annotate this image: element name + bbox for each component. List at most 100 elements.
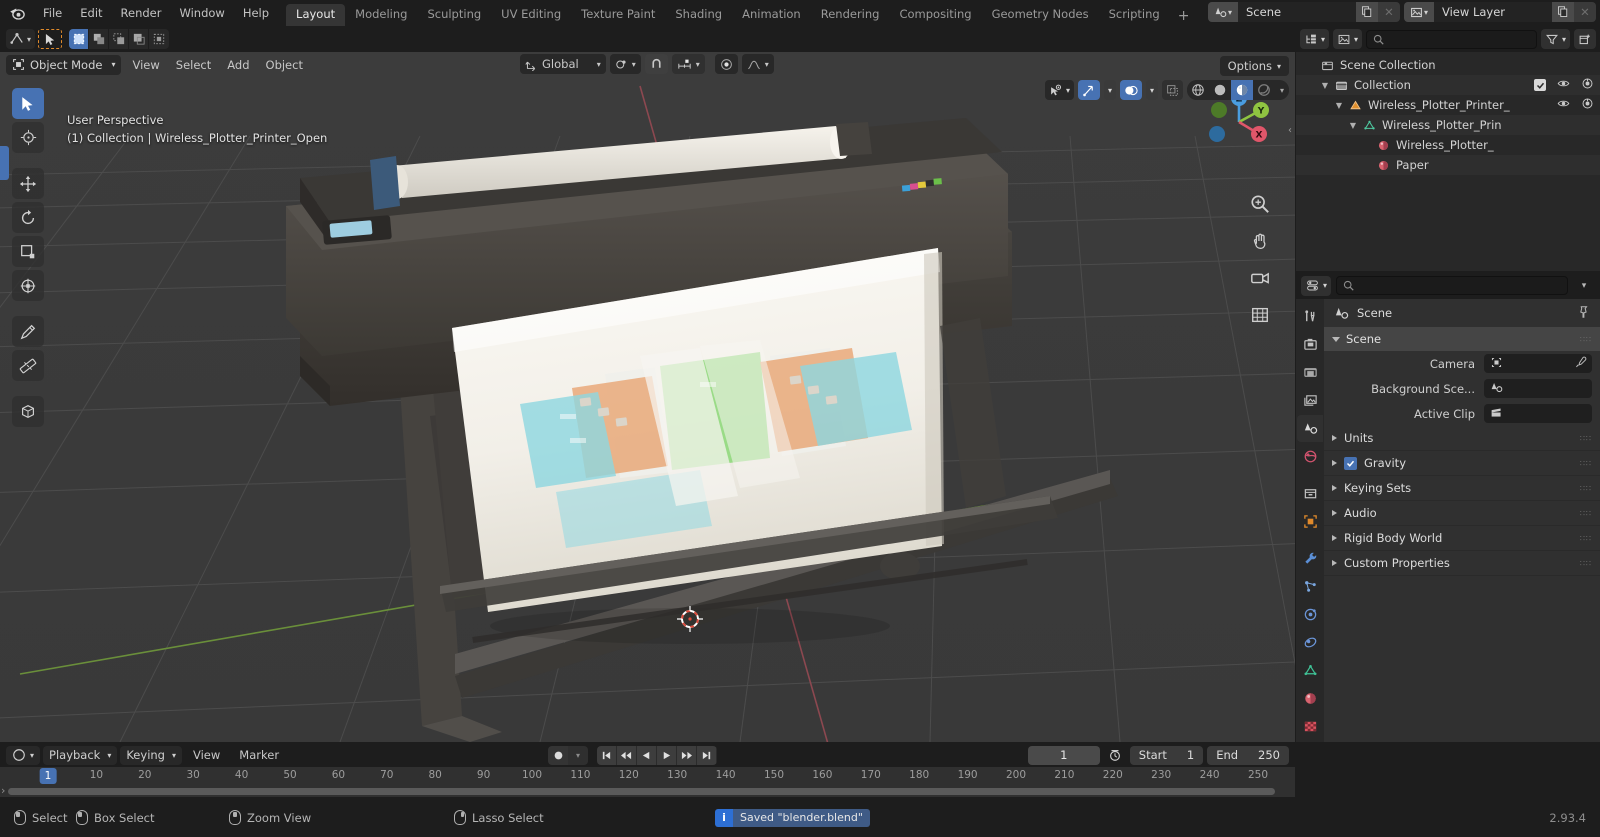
scene-name[interactable]: Scene (1238, 2, 1356, 22)
jump-end-icon[interactable] (697, 745, 717, 765)
disclosure-triangle-icon[interactable]: ▼ (1318, 81, 1332, 90)
funnel-filter-icon[interactable]: ▾ (1540, 29, 1570, 49)
properties-search-input[interactable] (1336, 276, 1568, 295)
outliner-editor[interactable]: ▾ ▾ ▾ Scene Collection ▼ Collection ▼ Wirele… (1296, 26, 1600, 271)
properties-tab-scene[interactable] (1297, 415, 1323, 442)
toolbar-collapse-handle[interactable] (0, 146, 9, 180)
transform-tool[interactable] (12, 270, 44, 301)
gizmo-dropdown[interactable]: ▾ (1103, 80, 1116, 100)
annotate-tool[interactable] (12, 316, 44, 347)
viewport-menu-add[interactable]: Add (219, 55, 257, 75)
select-mode-group[interactable] (69, 29, 170, 49)
disclosure-triangle-icon[interactable] (1332, 510, 1337, 516)
frame-end-field[interactable]: End 250 (1207, 745, 1289, 765)
auto-keying-record-icon[interactable] (548, 745, 568, 765)
toggle-ortho-icon[interactable] (1247, 302, 1273, 328)
3d-viewport[interactable]: ▾ Global ▾ ▾ ▾ ▾ Options ▾ Object Mode ▾… (0, 26, 1295, 742)
disclosure-triangle-icon[interactable]: ▼ (1346, 121, 1360, 130)
cursor-icon[interactable] (38, 29, 63, 49)
viewport-menu-select[interactable]: Select (168, 55, 219, 75)
outliner-collapse-arrow[interactable]: ‹ (1288, 125, 1292, 136)
viewport-menu-view[interactable]: View (124, 55, 167, 75)
unlink-scene-button[interactable]: ✕ (1378, 2, 1400, 22)
rotate-tool[interactable] (12, 202, 44, 233)
view-layer-selector[interactable]: ▾ View Layer ✕ (1404, 2, 1596, 22)
properties-tab-object-data[interactable] (1297, 657, 1323, 684)
properties-tab-physics[interactable] (1297, 601, 1323, 628)
workspace-tab-rendering[interactable]: Rendering (811, 4, 890, 26)
outliner-row[interactable]: ▼ Wireless_Plotter_Prin (1296, 115, 1600, 135)
properties-tab-constraints[interactable] (1297, 629, 1323, 656)
enable-checkbox[interactable] (1344, 456, 1357, 470)
workspace-tab-geometry-nodes[interactable]: Geometry Nodes (982, 4, 1099, 26)
id-type-filter-icon[interactable]: ▾ (1333, 29, 1363, 49)
disclosure-triangle-icon[interactable] (1332, 435, 1337, 441)
workspace-tab-scripting[interactable]: Scripting (1099, 4, 1170, 26)
properties-tab-column[interactable] (1296, 299, 1324, 742)
timeline-scrollbar[interactable] (8, 788, 1275, 795)
viewport-menu-object[interactable]: Object (258, 55, 311, 75)
wireframe-icon[interactable] (1187, 80, 1209, 100)
timeline-playhead[interactable]: 1 (39, 768, 57, 784)
view-layer-icon[interactable]: ▾ (1404, 2, 1434, 22)
outliner-row[interactable]: Scene Collection (1296, 55, 1600, 75)
chevron-down-icon[interactable]: ▾ (1573, 276, 1595, 295)
shading-dropdown[interactable]: ▾ (1275, 80, 1289, 100)
add-workspace-button[interactable]: + (1170, 7, 1198, 26)
workspace-tab-shading[interactable]: Shading (665, 4, 732, 26)
scene-selector[interactable]: ▾ Scene ✕ (1208, 2, 1400, 22)
eye-icon[interactable] (1557, 97, 1570, 113)
timeline-scroll-arrow[interactable]: › (1, 784, 5, 797)
zoom-icon[interactable] (1247, 191, 1273, 217)
properties-editor[interactable]: ▾ ▾ Scene Scene ∷∷ Camera Background Sce… (1296, 272, 1600, 742)
properties-tab-output[interactable] (1297, 359, 1323, 386)
properties-editor-icon[interactable]: ▾ (1301, 275, 1332, 296)
new-view-layer-button[interactable] (1552, 2, 1574, 22)
eyedropper-icon[interactable] (1574, 356, 1587, 372)
properties-tab-texture[interactable] (1297, 713, 1323, 740)
cursor-tool[interactable] (12, 122, 44, 153)
pin-icon[interactable] (1576, 305, 1590, 322)
exclude-checkbox[interactable] (1534, 79, 1546, 91)
timeline-editor[interactable]: ▾ Playback ▾ Keying ▾ View Marker ▾ 1 St… (0, 743, 1295, 797)
outliner-display-mode-icon[interactable]: ▾ (1300, 29, 1330, 49)
properties-accordion-units[interactable]: Units ∷∷ (1324, 426, 1600, 451)
object-types-visibility-icon[interactable]: ▾ (1044, 80, 1074, 100)
properties-tab-object[interactable] (1297, 508, 1323, 535)
keying-menu[interactable]: Keying ▾ (120, 745, 182, 765)
transport-controls[interactable] (597, 745, 717, 765)
properties-tab-collection[interactable] (1297, 480, 1323, 507)
camera-icon[interactable] (1581, 97, 1594, 113)
properties-accordion-custom-properties[interactable]: Custom Properties ∷∷ (1324, 551, 1600, 576)
properties-tab-material[interactable] (1297, 685, 1323, 712)
workspace-tab-compositing[interactable]: Compositing (889, 4, 981, 26)
workspace-tab-sculpting[interactable]: Sculpting (417, 4, 491, 26)
outliner-row[interactable]: ▼ Wireless_Plotter_Printer_ (1296, 95, 1600, 115)
property-field-background-sce[interactable] (1484, 379, 1592, 398)
add-cube-tool[interactable] (12, 396, 44, 427)
topbar-menu-edit[interactable]: Edit (71, 4, 111, 23)
measure-tool[interactable] (12, 350, 44, 381)
solid-icon[interactable] (1209, 80, 1231, 100)
outliner-row[interactable]: Paper (1296, 155, 1600, 175)
scene-panel-header[interactable]: Scene ∷∷ (1324, 327, 1600, 351)
outliner-row[interactable]: Wireless_Plotter_ (1296, 135, 1600, 155)
status-notification[interactable]: i Saved "blender.blend" (715, 808, 870, 827)
hand-pan-icon[interactable] (1247, 228, 1273, 254)
next-keyframe-icon[interactable] (677, 745, 697, 765)
sync-clock-icon[interactable] (1104, 746, 1126, 765)
jump-start-icon[interactable] (597, 745, 617, 765)
topbar-menu-help[interactable]: Help (234, 4, 278, 23)
properties-accordions[interactable]: Units ∷∷ Gravity ∷∷ Keying Sets ∷∷ Audio ∷∷ Rigi… (1324, 426, 1600, 576)
properties-tab-view-layer[interactable] (1297, 387, 1323, 414)
scene-icon[interactable]: ▾ (1208, 2, 1238, 22)
select-invert-icon[interactable] (129, 29, 150, 49)
workspace-tab-layout[interactable]: Layout (286, 4, 346, 26)
scale-tool[interactable] (12, 236, 44, 267)
workspace-tab-modeling[interactable]: Modeling (345, 4, 417, 26)
editor-type-icon[interactable]: ▾ (6, 29, 36, 49)
play-reverse-icon[interactable] (637, 745, 657, 765)
disclosure-triangle-icon[interactable] (1332, 535, 1337, 541)
properties-tab-tool[interactable] (1297, 303, 1323, 330)
move-tool[interactable] (12, 168, 44, 199)
